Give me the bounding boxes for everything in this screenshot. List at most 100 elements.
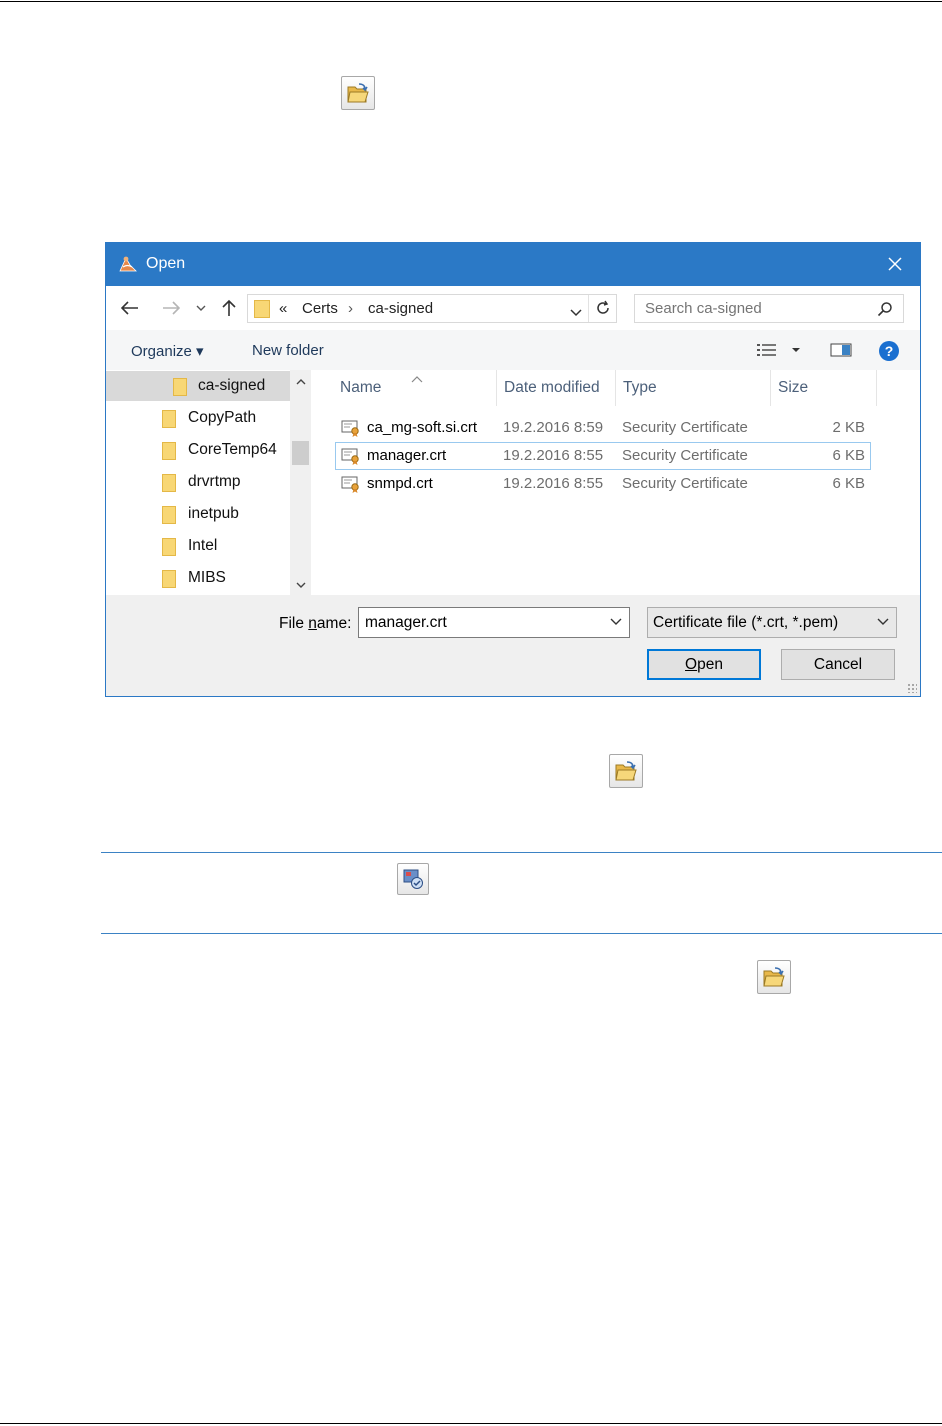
open-button-label: pen [697,655,723,673]
scroll-up-arrow[interactable] [290,374,311,388]
nav-item-inetpub[interactable]: inetpub [106,499,290,529]
file-row[interactable]: snmpd.crt 19.2.2016 8:55 Security Certif… [335,470,871,498]
new-folder-button[interactable]: New folder [252,342,324,359]
chevron-down-icon [570,309,582,317]
dialog-titlebar[interactable]: Open [106,243,920,286]
file-row[interactable]: ca_mg-soft.si.crt 19.2.2016 8:59 Securit… [335,414,871,442]
arrow-left-icon [121,301,138,315]
navigation-row: « Certs › ca-signed [106,286,920,330]
refresh-button[interactable] [595,300,611,320]
scroll-down-arrow[interactable] [290,578,311,592]
file-type: Security Certificate [622,447,748,464]
column-divider[interactable] [876,370,877,406]
file-name: manager.crt [367,447,447,464]
open-button[interactable]: Open [647,649,761,680]
folder-icon [162,474,176,492]
filter-dropdown-button[interactable] [877,615,889,629]
resize-grip[interactable] [907,683,917,693]
file-name-dropdown-button[interactable] [610,615,622,629]
preview-pane-button[interactable] [830,342,852,362]
nav-item-copypath[interactable]: CopyPath [106,403,290,433]
page-bottom-rule [0,1423,942,1424]
breadcrumb-ca-signed[interactable]: ca-signed [368,300,433,317]
chevron-down-icon [610,618,622,625]
arrow-up-icon [222,299,236,316]
open-dialog: Open « Certs › ca-signed Search ca-signe… [105,242,921,697]
file-size: 6 KB [832,447,865,464]
open-file-button-1[interactable] [341,76,375,110]
help-button[interactable]: ? [878,340,900,366]
address-dropdown-button[interactable] [570,304,582,321]
nav-item-label: CoreTemp64 [188,441,277,458]
recent-locations-button[interactable] [194,296,208,320]
search-button[interactable] [877,301,893,321]
folder-icon [162,538,176,556]
nav-item-label: MIBS [188,569,226,586]
svg-text:?: ? [885,343,894,359]
folder-icon [162,410,176,428]
nav-item-label: ca-signed [198,377,266,394]
close-button[interactable] [880,251,910,277]
nav-item-intel[interactable]: Intel [106,531,290,561]
file-size: 6 KB [832,475,865,492]
chevron-down-icon [877,618,889,625]
address-divider [588,295,589,322]
scrollbar-thumb[interactable] [292,441,309,465]
breadcrumb-certs[interactable]: Certs [302,300,338,317]
chevron-down-icon [196,305,206,311]
dialog-title: Open [146,255,186,272]
chevron-up-icon [296,379,305,385]
file-name-value: manager.crt [365,614,447,631]
back-button[interactable] [119,296,141,320]
page-top-rule [0,1,942,2]
address-bar[interactable]: « Certs › ca-signed [247,294,617,323]
file-name-label-suffix: ame: [316,615,352,632]
search-icon [877,302,892,317]
nav-item-label: inetpub [188,505,239,522]
column-header-date[interactable]: Date modified [496,370,615,406]
chevron-down-icon [296,582,305,588]
breadcrumb-overflow[interactable]: « [279,300,287,317]
nav-item-label: Intel [188,537,218,554]
nav-item-ca-signed[interactable]: ca-signed [106,371,290,401]
nav-item-label: drvrtmp [188,473,241,490]
folder-icon [162,442,176,460]
open-file-button-3[interactable] [757,960,791,994]
nav-item-coretemp64[interactable]: CoreTemp64 [106,435,290,465]
change-view-button[interactable] [756,342,802,362]
search-input[interactable] [635,295,885,322]
open-folder-icon [763,967,785,987]
file-name-input[interactable]: manager.crt [358,607,630,638]
file-size: 2 KB [832,419,865,436]
dialog-footer: File name: manager.crt Certificate file … [106,595,920,696]
nav-item-mibs[interactable]: MIBS [106,563,290,593]
file-name-label: File name: [279,615,351,633]
cancel-button[interactable]: Cancel [781,649,895,680]
forward-button[interactable] [160,296,182,320]
folder-icon [173,378,187,396]
certificate-file-icon [341,476,359,493]
up-button[interactable] [218,296,240,320]
column-header-type[interactable]: Type [615,370,770,406]
file-date: 19.2.2016 8:59 [503,419,604,436]
organize-menu[interactable]: Organize ▾ [131,342,204,360]
folder-icon [162,570,176,588]
search-box[interactable] [634,294,904,323]
folder-icon [162,506,176,524]
column-header-label: Type [623,379,657,396]
file-type-filter[interactable]: Certificate file (*.crt, *.pem) [647,607,897,638]
file-type-filter-value: Certificate file (*.crt, *.pem) [653,614,839,631]
app-logo-icon [119,256,137,272]
file-name-label-prefix: File [279,615,309,632]
refresh-icon [597,300,609,314]
breadcrumb-separator: › [348,300,353,317]
file-row-selected[interactable]: manager.crt 19.2.2016 8:55 Security Cert… [335,442,871,470]
nav-item-drvrtmp[interactable]: drvrtmp [106,467,290,497]
navigation-scrollbar[interactable] [290,370,311,595]
open-file-button-2[interactable] [609,754,643,788]
file-name: ca_mg-soft.si.crt [367,419,478,436]
column-header-size[interactable]: Size [770,370,876,406]
command-bar: Organize ▾ New folder ? [106,330,920,370]
column-header-name[interactable]: Name [332,370,496,406]
arrow-right-icon [163,301,180,315]
